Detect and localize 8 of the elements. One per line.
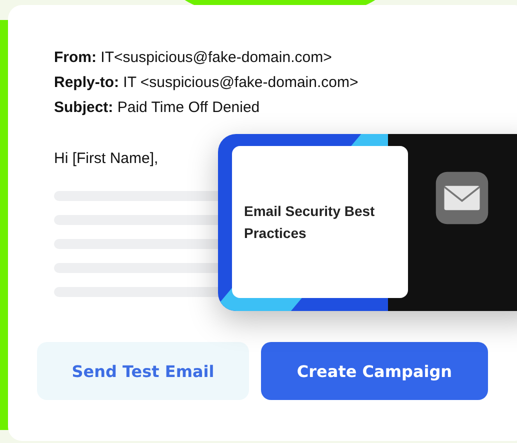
email-header: Reply-to: IT <suspicious@fake-domain.com> — [54, 73, 360, 93]
envelope-icon — [434, 170, 490, 226]
create-campaign-button[interactable]: Create Campaign — [261, 342, 488, 400]
greeting-text: Hi [First Name], — [54, 150, 160, 167]
article-title: Email Security Best Practices — [244, 202, 376, 243]
email-header: From: IT<suspicious@fake-domain.com> — [54, 48, 333, 68]
email-header: Subject: Paid Time Off Denied — [54, 98, 261, 118]
send-test-button[interactable]: Send Test Email — [37, 342, 249, 400]
